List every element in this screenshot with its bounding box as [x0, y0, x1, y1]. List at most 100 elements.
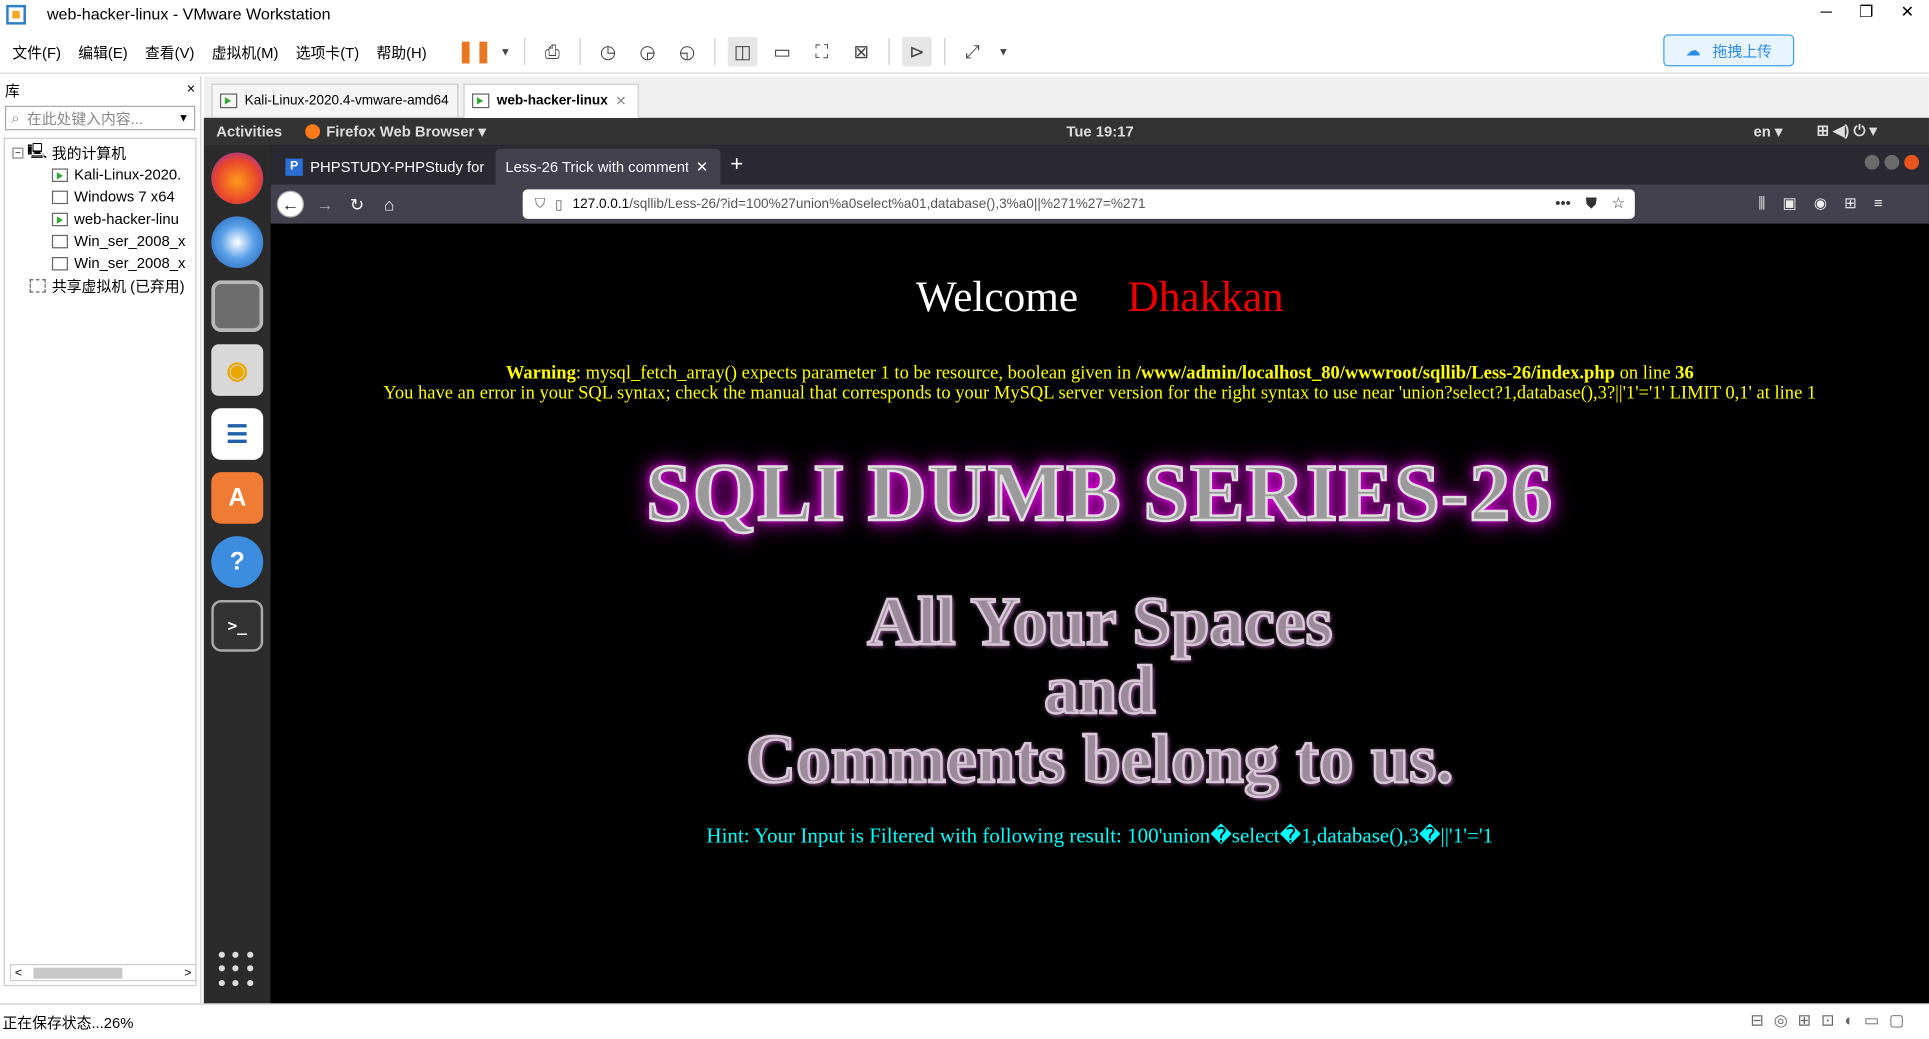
library-tree: − 🖳 我的计算机 Kali-Linux-2020. Windows 7 x64… [3, 137, 197, 987]
snapshot-icon[interactable]: ◷ [593, 37, 623, 67]
thumbnail-bar-icon[interactable]: ▭ [767, 37, 797, 67]
terminal-dock-icon[interactable]: >_ [211, 600, 264, 652]
writer-dock-icon[interactable]: ☰ [211, 408, 264, 460]
page-content: Welcome Dhakkan Warning: mysql_fetch_arra… [270, 223, 1929, 1004]
vm-tab-web-hacker[interactable]: web-hacker-linux ✕ [463, 83, 639, 119]
reload-button[interactable]: ↻ [344, 191, 371, 218]
menu-view[interactable]: 查看(V) [145, 42, 194, 63]
show-library-icon[interactable]: ◫ [727, 36, 758, 67]
rhythmbox-dock-icon[interactable]: ◉ [211, 344, 264, 396]
tree-my-computer[interactable]: − 🖳 我的计算机 [5, 141, 195, 163]
library-icon[interactable]: ⫼ [1758, 194, 1765, 212]
sidebar-icon[interactable]: ▣ [1783, 194, 1797, 212]
window-title: web-hacker-linux - VMware Workstation [46, 4, 331, 24]
ubuntu-dock: ◉ ☰ A ? >_ [203, 145, 271, 1004]
close-window-icon[interactable] [1904, 154, 1920, 170]
menu-edit[interactable]: 编辑(E) [78, 42, 127, 63]
menu-vm[interactable]: 虚拟机(M) [212, 42, 279, 63]
forward-button[interactable]: → [311, 191, 338, 218]
menu-icon[interactable]: ≡ [1874, 194, 1883, 212]
input-language[interactable]: en ▾ [1753, 123, 1782, 140]
software-dock-icon[interactable]: A [211, 472, 264, 524]
library-close-icon[interactable]: × [187, 80, 196, 100]
firefox-icon [305, 124, 321, 139]
scroll-left-icon[interactable]: < [15, 966, 22, 980]
clock[interactable]: Tue 19:17 [1066, 123, 1133, 140]
guest-screen[interactable]: Activities Firefox Web Browser ▾ Tue 19:… [203, 118, 1929, 1004]
vm-running-icon [51, 212, 68, 226]
extensions-icon[interactable]: ⊞ [1844, 194, 1856, 212]
tree-vm-web-hacker[interactable]: web-hacker-linu [5, 208, 195, 230]
url-path: /sqllib/Less-26/?id=100%27union%a0select… [629, 196, 1146, 212]
page-actions-icon[interactable]: ••• [1555, 194, 1571, 212]
page-info-icon[interactable]: ▯ [555, 196, 562, 212]
sql-error-message: You have an error in your SQL syntax; ch… [383, 383, 1817, 404]
snapshot-manager-icon[interactable]: ◵ [672, 37, 702, 67]
revert-snapshot-icon[interactable]: ◶ [633, 37, 663, 67]
hdd-icon[interactable]: ⊟ [1750, 1011, 1763, 1031]
url-bar[interactable]: ⛉ ▯ 127.0.0.1/sqllib/Less-26/?id=100%27u… [522, 189, 1635, 219]
dropdown-arrow-icon[interactable]: ▼ [499, 37, 511, 67]
cd-icon[interactable]: ◎ [1774, 1011, 1788, 1031]
close-button[interactable]: ✕ [1901, 2, 1914, 22]
minimize-button[interactable]: ─ [1820, 2, 1831, 22]
restore-button[interactable]: ❐ [1859, 2, 1873, 22]
activities-button[interactable]: Activities [216, 123, 282, 140]
upload-button[interactable]: ☁ 拖拽上传 [1663, 34, 1795, 67]
show-applications-icon[interactable] [218, 951, 256, 989]
tab-less-26[interactable]: Less-26 Trick with comment ✕ [495, 148, 721, 185]
series-title-image: SQLI DUMB SERIES-26 [645, 448, 1554, 540]
menu-help[interactable]: 帮助(H) [376, 42, 426, 63]
tree-vm-kali[interactable]: Kali-Linux-2020. [5, 164, 195, 186]
menu-tabs[interactable]: 选项卡(T) [296, 42, 359, 63]
back-button[interactable]: ← [276, 190, 304, 218]
account-icon[interactable]: ◉ [1814, 194, 1827, 212]
home-button[interactable]: ⌂ [376, 191, 403, 218]
minimize-icon[interactable] [1864, 154, 1880, 170]
window-titlebar: web-hacker-linux - VMware Workstation ─ … [0, 0, 1929, 32]
library-hscrollbar[interactable]: < > [9, 964, 197, 982]
search-dropdown-icon[interactable]: ▼ [178, 112, 189, 124]
menu-file[interactable]: 文件(F) [12, 42, 61, 63]
tree-vm-win7[interactable]: Windows 7 x64 [5, 186, 195, 208]
tab-phpstudy[interactable]: P PHPSTUDY-PHPStudy for [276, 149, 493, 185]
gnome-top-bar: Activities Firefox Web Browser ▾ Tue 19:… [203, 118, 1929, 146]
display-icon[interactable]: ▭ [1864, 1011, 1879, 1031]
vm-tab-kali[interactable]: Kali-Linux-2020.4-vmware-amd64 [211, 83, 459, 119]
firefox-dock-icon[interactable] [211, 152, 264, 205]
message-icon[interactable]: ▢ [1889, 1011, 1904, 1031]
collapse-icon[interactable]: − [12, 146, 24, 159]
bookmark-star-icon[interactable]: ☆ [1612, 194, 1625, 212]
tree-vm-win2008-a[interactable]: Win_ser_2008_x [5, 230, 195, 252]
help-dock-icon[interactable]: ? [211, 536, 264, 588]
new-tab-button[interactable]: + [730, 151, 743, 177]
library-title: 库 [4, 82, 20, 100]
scroll-thumb[interactable] [33, 967, 123, 979]
thunderbird-dock-icon[interactable] [211, 216, 264, 269]
shield-icon[interactable]: ⛉ [535, 196, 545, 212]
console-view-icon[interactable]: ⊳ [902, 36, 932, 67]
vmware-window: web-hacker-linux - VMware Workstation ─ … [0, 0, 1929, 1039]
app-menu[interactable]: Firefox Web Browser ▾ [305, 123, 486, 140]
files-dock-icon[interactable] [211, 280, 264, 332]
tree-shared-vms[interactable]: 共享虚拟机 (已弃用) [5, 274, 195, 296]
unity-icon[interactable]: ⊠ [846, 37, 876, 67]
network-icon[interactable]: ⊞ [1798, 1011, 1811, 1031]
tab-close-icon[interactable]: ✕ [615, 93, 626, 109]
usb-icon[interactable]: ⊡ [1821, 1011, 1834, 1031]
firefox-navbar: ← → ↻ ⌂ ⛉ ▯ 127.0.0.1/sqllib/Less-26/?id… [270, 184, 1929, 224]
library-search-input[interactable]: ⌕ 在此处键入内容... ▼ [4, 105, 196, 131]
php-warning: Warning: mysql_fetch_array() expects par… [271, 364, 1929, 403]
scroll-right-icon[interactable]: > [184, 966, 191, 980]
system-menu-icons[interactable]: ⊞ ◀) ⏻ ▾ [1816, 122, 1876, 140]
pause-icon[interactable]: ❚❚ [457, 37, 492, 67]
stretch-dropdown-icon[interactable]: ▼ [997, 37, 1009, 67]
tab-close-icon[interactable]: ✕ [696, 158, 708, 175]
stretch-icon[interactable]: ⤢ [958, 37, 988, 67]
send-ctrl-alt-del-icon[interactable]: ⎙ [538, 37, 568, 67]
tree-vm-win2008-b[interactable]: Win_ser_2008_x [5, 252, 195, 274]
maximize-icon[interactable] [1884, 154, 1900, 170]
pocket-icon[interactable]: ⛊ [1586, 194, 1597, 212]
full-screen-icon[interactable]: ⛶ [807, 37, 837, 67]
sound-icon[interactable]: ◐ [1844, 1011, 1854, 1031]
